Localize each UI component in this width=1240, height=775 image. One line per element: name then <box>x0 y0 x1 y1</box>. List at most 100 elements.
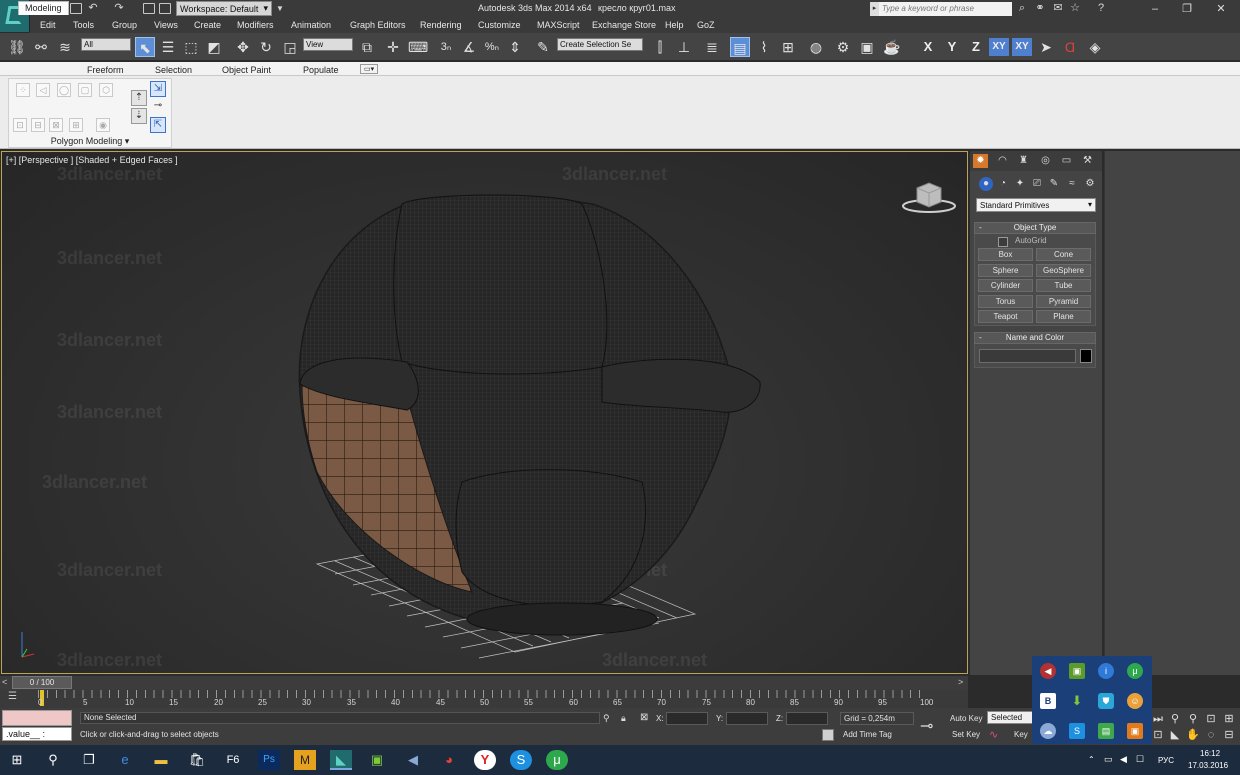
axis-xy-button[interactable]: XY <box>989 38 1009 56</box>
maxscript-listener-input[interactable]: .value__ : <box>2 727 72 741</box>
unlink-icon[interactable]: ⚯ <box>31 37 51 57</box>
geometry-icon[interactable]: ● <box>979 177 993 191</box>
polygon-modeling-label[interactable]: Polygon Modeling ▾ <box>8 136 172 147</box>
mini-curve-editor-icon[interactable]: ☰ <box>8 691 17 702</box>
bluetooth-tray-icon[interactable]: B <box>1040 693 1056 709</box>
time-slider[interactable] <box>0 676 968 690</box>
windows-start-icon[interactable]: ⊞ <box>6 750 28 770</box>
customize-quick-access-icon[interactable]: ▼ <box>273 2 287 15</box>
render-setup-icon[interactable]: ⚙ <box>833 37 853 57</box>
x-coordinate-field[interactable] <box>666 712 708 725</box>
menu-group[interactable]: Group <box>112 20 137 30</box>
cursor-arrow-icon[interactable]: ➤ <box>1036 37 1056 57</box>
selection-filter-dropdown[interactable]: All <box>81 38 131 51</box>
time-slider-prev-icon[interactable]: < <box>2 677 7 687</box>
skype-tray-icon[interactable]: S <box>1069 723 1085 739</box>
input-language-indicator[interactable]: РУС <box>1158 756 1174 765</box>
menu-customize[interactable]: Customize <box>478 20 521 30</box>
render-production-icon[interactable]: ☕ <box>882 37 902 57</box>
primitive-category-dropdown[interactable]: Standard Primitives <box>976 198 1096 212</box>
key-filter-dropdown[interactable]: Selected <box>987 711 1037 724</box>
magnet-icon[interactable]: Ɑ <box>1060 37 1080 57</box>
axis-y-button[interactable]: Y <box>942 38 962 56</box>
space-warps-icon[interactable]: ≈ <box>1065 177 1079 191</box>
viewcube-icon[interactable] <box>901 180 957 214</box>
subscription-icon[interactable]: ⚭ <box>1033 2 1047 15</box>
plugin-icon[interactable]: ◈ <box>1085 37 1105 57</box>
help-icon[interactable]: ? <box>1094 2 1108 15</box>
cloud-tray-icon[interactable]: ☁ <box>1040 723 1056 739</box>
menu-tools[interactable]: Tools <box>73 20 94 30</box>
menu-modifiers[interactable]: Modifiers <box>237 20 274 30</box>
layer-manager-icon[interactable]: ≣ <box>702 37 722 57</box>
menu-edit[interactable]: Edit <box>40 20 56 30</box>
menu-rendering[interactable]: Rendering <box>420 20 462 30</box>
object-color-swatch[interactable] <box>1080 349 1092 363</box>
create-tab-icon[interactable]: ✹ <box>973 154 988 168</box>
action-center-icon[interactable]: ☐ <box>1136 754 1144 765</box>
time-tag-icon[interactable] <box>822 729 834 741</box>
tab-object-paint[interactable]: Object Paint <box>222 65 271 75</box>
undo-icon[interactable]: ↶ <box>86 2 100 15</box>
axis-z-button[interactable]: Z <box>966 38 986 56</box>
redo-icon[interactable]: ↷ <box>112 2 126 15</box>
select-manipulate-icon[interactable]: ✛ <box>383 37 403 57</box>
menu-graph-editors[interactable]: Graph Editors <box>350 20 406 30</box>
tab-freeform[interactable]: Freeform <box>87 65 124 75</box>
pyramid-button[interactable]: Pyramid <box>1036 295 1091 308</box>
y-coordinate-field[interactable] <box>726 712 768 725</box>
systems-icon[interactable]: ⚙ <box>1083 177 1097 191</box>
menu-exchange-store[interactable]: Exchange Store <box>592 20 656 30</box>
network-status-icon[interactable]: ▭ <box>1104 754 1113 765</box>
spinner-snap-icon[interactable]: ⇕ <box>505 37 525 57</box>
make-unique-icon[interactable]: ⇱ <box>150 117 166 133</box>
menu-views[interactable]: Views <box>154 20 178 30</box>
edit-named-selection-icon[interactable]: ✎ <box>533 37 553 57</box>
zoom-icon[interactable]: ⚲ <box>1168 712 1182 726</box>
download-tray-icon[interactable]: ⬇ <box>1069 693 1085 709</box>
media-player-icon[interactable]: ◀ <box>402 750 424 770</box>
mirror-icon[interactable]: ⫿ <box>650 37 670 57</box>
schematic-view-icon[interactable]: ⊞ <box>778 37 798 57</box>
shield-tray-icon[interactable]: ⛊ <box>1098 693 1114 709</box>
name-and-color-rollout[interactable]: Name and Color <box>974 332 1096 344</box>
absolute-mode-icon[interactable]: ⊠ <box>640 712 648 723</box>
hierarchy-tab-icon[interactable]: ♜ <box>1016 154 1031 168</box>
border-icon[interactable]: ◯ <box>57 83 71 97</box>
smiley-tray-icon[interactable]: ☺ <box>1127 693 1143 709</box>
tab-modeling[interactable]: Modeling <box>18 1 69 15</box>
project-folder-icon[interactable] <box>143 3 155 14</box>
edge-browser-icon[interactable]: e <box>114 750 136 770</box>
field-of-view-icon[interactable]: ◣ <box>1168 728 1182 742</box>
volume-icon[interactable]: ◀ <box>1120 754 1127 765</box>
pin-stack-icon[interactable]: ⊸ <box>150 99 166 115</box>
binoculars-icon[interactable]: ⌕ <box>1015 2 1029 15</box>
axis-xy-cycle-button[interactable]: XY <box>1012 38 1032 56</box>
armchair-model[interactable] <box>2 152 967 673</box>
helpers-icon[interactable]: ✎ <box>1047 177 1061 191</box>
auto-key-button[interactable]: Auto Key <box>950 714 982 723</box>
select-object-icon[interactable]: ⬉ <box>135 37 155 57</box>
clock-date[interactable]: 17.03.2016 <box>1188 761 1228 770</box>
file-explorer-icon[interactable]: ▬ <box>150 750 172 770</box>
speaker-tray-icon[interactable]: ◀ <box>1040 663 1056 679</box>
material-editor-icon[interactable]: ◍ <box>806 37 826 57</box>
curve-editor-icon[interactable]: ⌇ <box>754 37 774 57</box>
plane-button[interactable]: Plane <box>1036 310 1091 323</box>
toggle-command-panel-icon[interactable]: ⇡ <box>131 90 147 106</box>
key-filters-button[interactable]: Key <box>1014 730 1028 739</box>
pivot-center-icon[interactable]: ⧉ <box>357 37 377 57</box>
menu-create[interactable]: Create <box>194 20 221 30</box>
display-tab-icon[interactable]: ▭ <box>1059 154 1074 168</box>
communication-icon[interactable]: ✉ <box>1051 2 1065 15</box>
menu-animation[interactable]: Animation <box>291 20 331 30</box>
chrome-icon[interactable]: ◕ <box>438 750 460 770</box>
rotate-icon[interactable]: ↻ <box>256 37 276 57</box>
reference-coordinate-dropdown[interactable]: View <box>303 38 353 51</box>
clock-time[interactable]: 16:12 <box>1200 749 1220 758</box>
collapse-stack-icon[interactable]: ⊟ <box>31 118 45 132</box>
f6-app-icon[interactable]: F6 <box>222 750 244 770</box>
network-tray-icon[interactable]: ▤ <box>1098 723 1114 739</box>
show-hidden-icons-icon[interactable]: ⌃ <box>1088 755 1095 764</box>
zoom-all-icon[interactable]: ⚲ <box>1186 712 1200 726</box>
